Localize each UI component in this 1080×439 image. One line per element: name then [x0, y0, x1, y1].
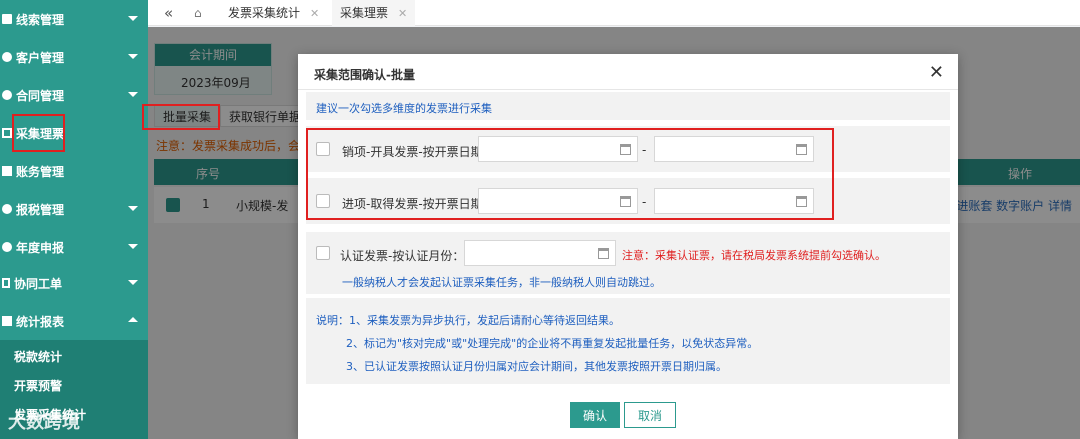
sidebar-item-leads[interactable]: 线索管理	[0, 0, 148, 38]
report-icon	[2, 316, 12, 326]
sidebar-item-contracts[interactable]: 合同管理	[0, 76, 148, 114]
close-icon[interactable]: ✕	[310, 7, 319, 20]
highlight-box	[12, 114, 65, 152]
user-icon	[2, 52, 12, 62]
ledger-icon	[2, 166, 12, 176]
collect-scope-modal: 采集范围确认-批量 ✕ 建议一次勾选多维度的发票进行采集 销项-开具发票-按开票…	[298, 54, 958, 439]
chevron-down-icon	[128, 280, 138, 285]
collapse-icon[interactable]: «	[156, 0, 181, 26]
sidebar-item-customers[interactable]: 客户管理	[0, 38, 148, 76]
sidebar-item-label: 统计报表	[16, 314, 65, 329]
sidebar-item-label: 线索管理	[16, 12, 65, 27]
highlight-box	[306, 128, 834, 220]
hint-text: 建议一次勾选多维度的发票进行采集	[316, 102, 492, 115]
sidebar-item-tax[interactable]: 报税管理	[0, 190, 148, 228]
watermark: 大数跨境	[8, 412, 80, 433]
workorder-icon	[2, 278, 10, 288]
collect-icon	[2, 128, 12, 138]
chevron-down-icon	[128, 206, 138, 211]
cert-warning: 注意：采集认证票，请在税局发票系统提前勾选确认。	[622, 249, 886, 262]
chevron-down-icon	[128, 54, 138, 59]
notes-panel: 说明：1、采集发票为异步执行，发起后请耐心等待返回结果。 2、标记为"核对完成"…	[306, 298, 950, 384]
sidebar-item-workorder[interactable]: 协同工单	[0, 264, 148, 302]
tab-collect-invoices[interactable]: 采集理票 ✕	[332, 0, 416, 26]
cancel-button[interactable]: 取消	[624, 402, 676, 428]
cert-month-input[interactable]	[464, 240, 616, 266]
chevron-down-icon	[128, 244, 138, 249]
contract-icon	[2, 90, 12, 100]
chevron-up-icon	[128, 317, 138, 322]
home-icon[interactable]: ⌂	[186, 0, 210, 26]
close-icon[interactable]: ✕	[398, 7, 407, 20]
hint-panel: 建议一次勾选多维度的发票进行采集	[306, 92, 950, 120]
tax-icon	[2, 204, 12, 214]
tab-label: 发票采集统计	[228, 6, 301, 20]
chevron-down-icon	[128, 16, 138, 21]
cert-invoice-label: 认证发票-按认证月份：	[340, 249, 465, 263]
sidebar-item-label: 协同工单	[14, 276, 63, 291]
sidebar-item-label: 客户管理	[16, 50, 65, 65]
sidebar-item-accounting[interactable]: 账务管理	[0, 152, 148, 190]
sidebar-item-label: 年度申报	[16, 240, 65, 255]
cert-invoice-panel: 认证发票-按认证月份： 注意：采集认证票，请在税局发票系统提前勾选确认。 一般纳…	[306, 232, 950, 294]
cert-note: 一般纳税人才会发起认证票采集任务，非一般纳税人则自动跳过。	[342, 276, 661, 289]
calendar-icon	[598, 248, 609, 259]
confirm-button[interactable]: 确认	[570, 402, 620, 428]
submenu-item-tax-stats[interactable]: 税款统计	[14, 348, 62, 365]
sidebar: 线索管理 客户管理 合同管理 采集理票 账务管理 报税管理 年度申报 协同工单 …	[0, 0, 148, 439]
note-line-1: 说明：1、采集发票为异步执行，发起后请耐心等待返回结果。	[316, 314, 620, 327]
tab-bar: « ⌂ 发票采集统计 ✕ 采集理票 ✕	[148, 0, 1080, 26]
note-line-3: 3、已认证发票按照认证月份归属对应会计期间，其他发票按照开票日期归属。	[346, 360, 727, 373]
clipboard-icon	[2, 14, 12, 24]
tab-invoice-collect-stats[interactable]: 发票采集统计 ✕	[220, 0, 327, 26]
highlight-box	[142, 104, 220, 130]
modal-header: 采集范围确认-批量 ✕	[298, 54, 958, 90]
note-line-2: 2、标记为"核对完成"或"处理完成"的企业将不再重复发起批量任务，以免状态异常。	[346, 337, 759, 350]
modal-title: 采集范围确认-批量	[314, 68, 415, 82]
submenu-item-invoice-warning[interactable]: 开票预警	[14, 377, 62, 394]
sidebar-item-annual[interactable]: 年度申报	[0, 228, 148, 266]
sidebar-item-label: 合同管理	[16, 88, 65, 103]
sidebar-item-label: 账务管理	[16, 164, 65, 179]
chevron-down-icon	[128, 92, 138, 97]
close-icon[interactable]: ✕	[929, 62, 944, 83]
annual-icon	[2, 242, 12, 252]
sidebar-item-reports[interactable]: 统计报表	[0, 302, 148, 340]
cert-invoice-checkbox[interactable]	[316, 246, 330, 260]
tab-label: 采集理票	[340, 6, 389, 20]
sidebar-item-label: 报税管理	[16, 202, 65, 217]
